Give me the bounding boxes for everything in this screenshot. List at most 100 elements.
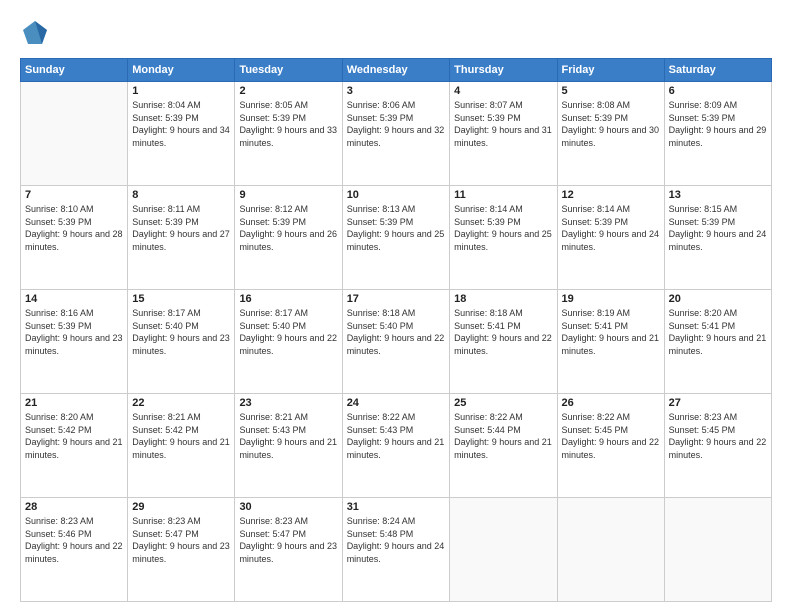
day-number: 31 (347, 501, 445, 513)
calendar-cell: 16Sunrise: 8:17 AMSunset: 5:40 PMDayligh… (235, 290, 342, 394)
calendar-body: 1 Sunrise: 8:04 AMSunset: 5:39 PMDaylight… (21, 82, 772, 602)
calendar-table: SundayMondayTuesdayWednesdayThursdayFrid… (20, 58, 772, 602)
calendar-cell: 24 Sunrise: 8:22 AMSunset: 5:43 PMDayligh… (342, 394, 449, 498)
header-tuesday: Tuesday (235, 59, 342, 82)
day-number: 22 (132, 397, 230, 409)
day-info: Sunrise: 8:20 AMSunset: 5:42 PMDaylight:… (25, 411, 123, 461)
calendar-cell: 22 Sunrise: 8:21 AMSunset: 5:42 PMDayligh… (128, 394, 235, 498)
calendar-cell: 4Sunrise: 8:07 AMSunset: 5:39 PMDaylight… (450, 82, 557, 186)
calendar-cell (664, 498, 771, 602)
calendar-cell: 19Sunrise: 8:19 AMSunset: 5:41 PMDayligh… (557, 290, 664, 394)
header-saturday: Saturday (664, 59, 771, 82)
header-monday: Monday (128, 59, 235, 82)
calendar-cell: 13 Sunrise: 8:15 AMSunset: 5:39 PMDayligh… (664, 186, 771, 290)
week-row-4: 28 Sunrise: 8:23 AMSunset: 5:46 PMDayligh… (21, 498, 772, 602)
calendar-cell: 30 Sunrise: 8:23 AMSunset: 5:47 PMDayligh… (235, 498, 342, 602)
day-number: 26 (562, 397, 660, 409)
calendar-cell (21, 82, 128, 186)
week-row-0: 1 Sunrise: 8:04 AMSunset: 5:39 PMDaylight… (21, 82, 772, 186)
day-info: Sunrise: 8:14 AMSunset: 5:39 PMDaylight:… (454, 203, 552, 253)
header-wednesday: Wednesday (342, 59, 449, 82)
calendar-cell: 17 Sunrise: 8:18 AMSunset: 5:40 PMDayligh… (342, 290, 449, 394)
day-info: Sunrise: 8:16 AMSunset: 5:39 PMDaylight:… (25, 307, 123, 357)
day-info: Sunrise: 8:23 AMSunset: 5:45 PMDaylight:… (669, 411, 767, 461)
day-info: Sunrise: 8:11 AMSunset: 5:39 PMDaylight:… (132, 203, 230, 253)
day-info: Sunrise: 8:23 AMSunset: 5:46 PMDaylight:… (25, 515, 123, 565)
logo-icon (20, 18, 50, 48)
calendar-cell: 14 Sunrise: 8:16 AMSunset: 5:39 PMDayligh… (21, 290, 128, 394)
day-number: 10 (347, 189, 445, 201)
calendar-cell: 15 Sunrise: 8:17 AMSunset: 5:40 PMDayligh… (128, 290, 235, 394)
calendar-cell (557, 498, 664, 602)
calendar-cell: 6 Sunrise: 8:09 AMSunset: 5:39 PMDaylight… (664, 82, 771, 186)
calendar-cell: 18 Sunrise: 8:18 AMSunset: 5:41 PMDayligh… (450, 290, 557, 394)
day-number: 27 (669, 397, 767, 409)
day-number: 16 (239, 293, 337, 305)
header-friday: Friday (557, 59, 664, 82)
day-number: 28 (25, 501, 123, 513)
calendar-cell: 23Sunrise: 8:21 AMSunset: 5:43 PMDayligh… (235, 394, 342, 498)
day-number: 1 (132, 85, 230, 97)
day-info: Sunrise: 8:14 AMSunset: 5:39 PMDaylight:… (562, 203, 660, 253)
day-info: Sunrise: 8:24 AMSunset: 5:48 PMDaylight:… (347, 515, 445, 565)
day-number: 2 (239, 85, 337, 97)
day-number: 17 (347, 293, 445, 305)
calendar-cell: 2 Sunrise: 8:05 AMSunset: 5:39 PMDaylight… (235, 82, 342, 186)
calendar-page: SundayMondayTuesdayWednesdayThursdayFrid… (0, 0, 792, 612)
day-info: Sunrise: 8:22 AMSunset: 5:43 PMDaylight:… (347, 411, 445, 461)
calendar-cell: 27 Sunrise: 8:23 AMSunset: 5:45 PMDayligh… (664, 394, 771, 498)
day-info: Sunrise: 8:15 AMSunset: 5:39 PMDaylight:… (669, 203, 767, 253)
calendar-cell: 20 Sunrise: 8:20 AMSunset: 5:41 PMDayligh… (664, 290, 771, 394)
day-info: Sunrise: 8:04 AMSunset: 5:39 PMDaylight:… (132, 99, 230, 149)
day-number: 18 (454, 293, 552, 305)
calendar-cell: 9 Sunrise: 8:12 AMSunset: 5:39 PMDaylight… (235, 186, 342, 290)
day-number: 20 (669, 293, 767, 305)
day-number: 4 (454, 85, 552, 97)
calendar-cell: 3Sunrise: 8:06 AMSunset: 5:39 PMDaylight… (342, 82, 449, 186)
day-number: 24 (347, 397, 445, 409)
header (20, 18, 772, 48)
header-thursday: Thursday (450, 59, 557, 82)
day-number: 25 (454, 397, 552, 409)
day-number: 30 (239, 501, 337, 513)
day-number: 29 (132, 501, 230, 513)
week-row-1: 7 Sunrise: 8:10 AMSunset: 5:39 PMDaylight… (21, 186, 772, 290)
day-info: Sunrise: 8:05 AMSunset: 5:39 PMDaylight:… (239, 99, 337, 149)
day-number: 9 (239, 189, 337, 201)
calendar-cell: 11 Sunrise: 8:14 AMSunset: 5:39 PMDayligh… (450, 186, 557, 290)
header-sunday: Sunday (21, 59, 128, 82)
day-info: Sunrise: 8:10 AMSunset: 5:39 PMDaylight:… (25, 203, 123, 253)
day-info: Sunrise: 8:23 AMSunset: 5:47 PMDaylight:… (239, 515, 337, 565)
day-number: 5 (562, 85, 660, 97)
calendar-cell: 26 Sunrise: 8:22 AMSunset: 5:45 PMDayligh… (557, 394, 664, 498)
day-info: Sunrise: 8:22 AMSunset: 5:45 PMDaylight:… (562, 411, 660, 461)
calendar-cell: 12Sunrise: 8:14 AMSunset: 5:39 PMDayligh… (557, 186, 664, 290)
week-row-3: 21Sunrise: 8:20 AMSunset: 5:42 PMDayligh… (21, 394, 772, 498)
calendar-cell: 25Sunrise: 8:22 AMSunset: 5:44 PMDayligh… (450, 394, 557, 498)
day-number: 14 (25, 293, 123, 305)
day-number: 11 (454, 189, 552, 201)
day-info: Sunrise: 8:18 AMSunset: 5:41 PMDaylight:… (454, 307, 552, 357)
day-info: Sunrise: 8:13 AMSunset: 5:39 PMDaylight:… (347, 203, 445, 253)
calendar-cell: 5 Sunrise: 8:08 AMSunset: 5:39 PMDaylight… (557, 82, 664, 186)
week-row-2: 14 Sunrise: 8:16 AMSunset: 5:39 PMDayligh… (21, 290, 772, 394)
calendar-cell (450, 498, 557, 602)
day-info: Sunrise: 8:18 AMSunset: 5:40 PMDaylight:… (347, 307, 445, 357)
logo (20, 18, 54, 48)
day-info: Sunrise: 8:12 AMSunset: 5:39 PMDaylight:… (239, 203, 337, 253)
day-number: 19 (562, 293, 660, 305)
calendar-cell: 10 Sunrise: 8:13 AMSunset: 5:39 PMDayligh… (342, 186, 449, 290)
calendar-cell: 8Sunrise: 8:11 AMSunset: 5:39 PMDaylight… (128, 186, 235, 290)
day-info: Sunrise: 8:21 AMSunset: 5:42 PMDaylight:… (132, 411, 230, 461)
day-info: Sunrise: 8:09 AMSunset: 5:39 PMDaylight:… (669, 99, 767, 149)
day-info: Sunrise: 8:08 AMSunset: 5:39 PMDaylight:… (562, 99, 660, 149)
day-number: 3 (347, 85, 445, 97)
calendar-cell: 1 Sunrise: 8:04 AMSunset: 5:39 PMDaylight… (128, 82, 235, 186)
day-info: Sunrise: 8:20 AMSunset: 5:41 PMDaylight:… (669, 307, 767, 357)
day-number: 6 (669, 85, 767, 97)
header-row: SundayMondayTuesdayWednesdayThursdayFrid… (21, 59, 772, 82)
day-info: Sunrise: 8:17 AMSunset: 5:40 PMDaylight:… (132, 307, 230, 357)
day-number: 7 (25, 189, 123, 201)
day-number: 15 (132, 293, 230, 305)
day-number: 13 (669, 189, 767, 201)
